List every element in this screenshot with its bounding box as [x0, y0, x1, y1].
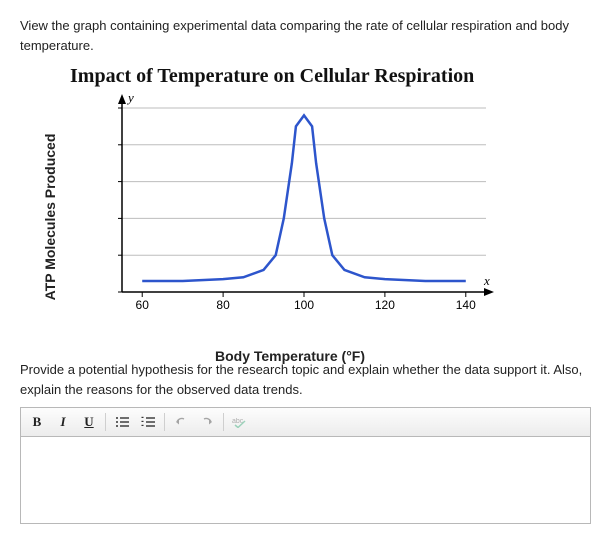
chart-plot: y x 0 10 20 30 40 5 [114, 92, 494, 312]
prompt-text: Provide a potential hypothesis for the r… [20, 360, 591, 399]
numbered-list-button[interactable] [136, 411, 160, 433]
svg-text:120: 120 [375, 298, 395, 312]
toolbar-separator [105, 413, 106, 431]
redo-button[interactable] [195, 411, 219, 433]
undo-button[interactable] [169, 411, 193, 433]
toolbar-separator [164, 413, 165, 431]
chart-container: Impact of Temperature on Cellular Respir… [70, 65, 591, 342]
spellcheck-button[interactable]: abc [228, 411, 252, 433]
x-axis-variable: x [483, 273, 490, 288]
chart-area: ATP Molecules Produced y x [70, 92, 510, 342]
chart-title: Impact of Temperature on Cellular Respir… [70, 65, 591, 88]
svg-text:140: 140 [456, 298, 476, 312]
y-axis-label: ATP Molecules Produced [42, 134, 58, 301]
svg-text:100: 100 [294, 298, 314, 312]
svg-text:80: 80 [216, 298, 230, 312]
svg-text:60: 60 [136, 298, 150, 312]
answer-input[interactable] [20, 437, 591, 524]
x-axis-label: Body Temperature (°F) [215, 348, 365, 364]
data-curve [142, 115, 466, 281]
bold-button[interactable]: B [25, 411, 49, 433]
question-text: View the graph containing experimental d… [20, 16, 591, 55]
y-axis-variable: y [126, 92, 134, 105]
editor-toolbar: B I U abc [20, 407, 591, 437]
italic-button[interactable]: I [51, 411, 75, 433]
bullet-list-button[interactable] [110, 411, 134, 433]
underline-button[interactable]: U [77, 411, 101, 433]
toolbar-separator [223, 413, 224, 431]
